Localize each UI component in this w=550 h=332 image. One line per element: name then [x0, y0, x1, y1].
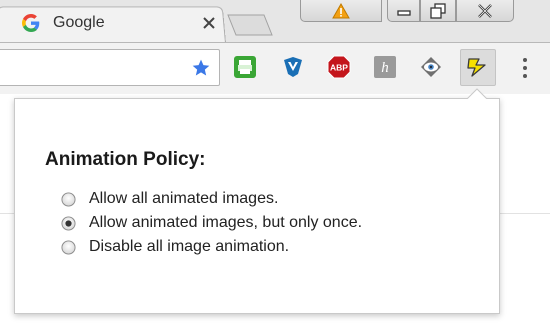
restore-button[interactable]	[420, 0, 456, 22]
v-shield-icon[interactable]	[281, 55, 305, 79]
minimize-button[interactable]	[387, 0, 420, 22]
animation-options: Allow all animated images. Allow animate…	[61, 187, 362, 259]
popup-arrow	[466, 88, 488, 100]
toolbar: ABP h	[0, 42, 550, 94]
close-icon[interactable]	[201, 15, 217, 31]
hypothesis-label: h	[381, 60, 389, 76]
star-icon[interactable]	[191, 58, 211, 78]
lightning-icon[interactable]	[466, 55, 490, 79]
close-icon	[478, 3, 492, 18]
adblock-label: ABP	[330, 63, 348, 73]
address-bar[interactable]	[0, 49, 220, 86]
restore-icon	[430, 2, 446, 19]
option-label: Allow animated images, but only once.	[89, 214, 363, 231]
warning-button[interactable]	[300, 0, 382, 22]
radio-disable[interactable]	[61, 239, 76, 255]
option-label: Allow all animated images.	[89, 190, 279, 207]
radio-allow-all[interactable]	[61, 191, 76, 207]
hypothesis-icon[interactable]: h	[373, 55, 397, 79]
option-label: Disable all image animation.	[89, 238, 290, 255]
title-bar: Google	[0, 0, 550, 43]
minimize-icon	[396, 9, 411, 16]
option-disable[interactable]: Disable all image animation.	[61, 235, 362, 259]
print-icon[interactable]	[233, 55, 257, 79]
warning-icon	[332, 2, 350, 18]
new-tab-button[interactable]	[226, 13, 274, 37]
radio-allow-once-selected[interactable]	[61, 215, 76, 231]
option-allow-all[interactable]: Allow all animated images.	[61, 187, 362, 211]
animation-policy-popup: Animation Policy: Allow all animated ima…	[14, 98, 500, 314]
google-g-icon	[22, 14, 40, 32]
vertical-dots-icon[interactable]	[519, 55, 531, 81]
close-window-button[interactable]	[456, 0, 514, 22]
eye-icon[interactable]	[419, 55, 443, 79]
tab-title: Google	[53, 14, 105, 31]
adblock-plus-icon[interactable]: ABP	[327, 55, 351, 79]
popup-title: Animation Policy:	[45, 149, 206, 170]
tab-google[interactable]: Google	[22, 10, 217, 36]
option-allow-once[interactable]: Allow animated images, but only once.	[61, 211, 362, 235]
window-controls	[300, 0, 514, 22]
